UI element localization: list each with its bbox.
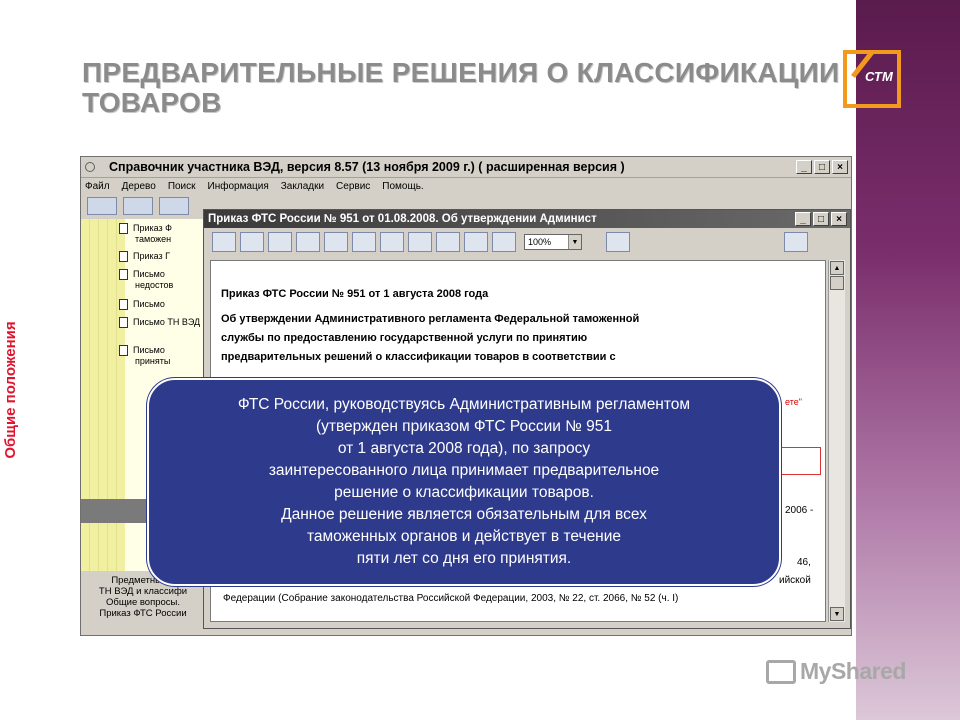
rtf-icon[interactable] [464,232,488,252]
scroll-down-icon[interactable]: ▼ [830,607,844,621]
page-icon[interactable] [606,232,630,252]
callout-line: таможенных органов и действует в течение [306,528,622,545]
menu-help[interactable]: Помощь. [382,181,423,192]
logo-text: СТМ [865,69,893,84]
doc-close-button[interactable]: × [831,212,847,226]
menu-info[interactable]: Информация [208,181,269,192]
callout-line: Данное решение является обязательным для… [281,506,647,523]
forward-arrow-icon[interactable] [784,232,808,252]
document-icon [119,299,128,310]
callout-line: (утвержден приказом ФТС России № 951 [315,418,613,435]
tree-item[interactable]: Приказ Ф таможен [119,223,201,245]
doc-minimize-button[interactable]: _ [795,212,811,226]
document-line: предварительных решений о классификации … [221,351,616,363]
zoom-select[interactable]: 100% ▼ [524,234,582,250]
document-icon [119,223,128,234]
chevron-down-icon: ▼ [568,235,581,249]
document-bottom-line: Федерации (Собрание законодательства Рос… [223,593,679,604]
watermark-icon [766,659,796,684]
document-line: службы по предоставлению государственной… [221,332,588,344]
menu-file[interactable]: Файл [85,181,110,192]
callout-line: заинтересованного лица принимает предвар… [268,462,660,479]
menu-service[interactable]: Сервис [336,181,370,192]
callout-line: пяти лет со дня его принятия. [356,550,572,567]
toolbar-button[interactable] [159,197,189,215]
tree-item[interactable]: Письмо [119,299,201,310]
document-line: Об утверждении Административного регламе… [221,313,640,325]
scroll-thumb[interactable] [830,276,844,290]
back-arrow-icon[interactable] [268,232,292,252]
doc-maximize-button[interactable]: □ [813,212,829,226]
pages-icon[interactable] [352,232,376,252]
tree-item[interactable]: Письмо недостов [119,269,201,291]
document-window-title: Приказ ФТС России № 951 от 01.08.2008. О… [208,213,597,225]
document-icon [119,269,128,280]
print-icon[interactable] [408,232,432,252]
text-fragment: ийской [779,575,811,586]
document-text: Приказ ФТС России № 951 от 1 августа 200… [221,285,817,367]
logo: СТМ [843,49,901,108]
hyperlink-fragment[interactable]: ете" [785,397,802,407]
search-icon[interactable] [324,232,348,252]
text-fragment: 46, [797,557,811,568]
maximize-button[interactable]: □ [814,160,830,174]
copy-icon[interactable] [212,232,236,252]
main-window-titlebar: Справочник участника ВЭД, версия 8.57 (1… [81,157,851,178]
decorative-side-band [856,0,960,720]
text-fragment: 2006 - [785,505,814,516]
menu-search[interactable]: Поиск [168,181,196,192]
close-button[interactable]: × [832,160,848,174]
document-icon [119,317,128,328]
menu-tree[interactable]: Дерево [122,181,156,192]
document-icon [119,251,128,262]
zoom-value: 100% [528,237,552,247]
main-window-title: Справочник участника ВЭД, версия 8.57 (1… [109,160,625,174]
minimize-button[interactable]: _ [796,160,812,174]
document-heading: Приказ ФТС России № 951 от 1 августа 200… [221,288,489,300]
edit-icon[interactable] [296,232,320,252]
tree-item[interactable]: Приказ Г [119,251,201,262]
watermark: MyShared [766,658,906,685]
document-window-titlebar: Приказ ФТС России № 951 от 01.08.2008. О… [204,210,850,228]
vertical-scrollbar[interactable]: ▲ ▼ [828,260,845,622]
scroll-up-icon[interactable]: ▲ [830,261,844,275]
paste-icon[interactable] [240,232,264,252]
section-side-label: Общие положения [2,321,19,459]
tree-item[interactable]: Письмо приняты [119,345,201,367]
main-window-controls: _ □ × [796,160,848,174]
html-icon[interactable] [492,232,516,252]
toolbar-button[interactable] [87,197,117,215]
summary-callout: ФТС России, руководствуясь Административ… [147,378,781,586]
callout-line: решение о классификации товаров. [334,484,594,501]
app-icon [85,162,95,172]
menu-bar: Файл Дерево Поиск Информация Закладки Се… [81,178,851,195]
callout-line: ФТС России, руководствуясь Административ… [237,396,691,413]
watermark-text: MyShared [800,658,906,684]
document-icon [119,345,128,356]
document-toolbar: 100% ▼ [204,228,850,256]
mail-icon[interactable] [436,232,460,252]
tree-item[interactable]: Письмо ТН ВЭД [119,317,201,328]
slide-title: ПРЕДВАРИТЕЛЬНЫЕ РЕШЕНИЯ О КЛАССИФИКАЦИИ … [82,57,840,118]
document-window-controls: _ □ × [795,212,847,226]
export-icon[interactable] [380,232,404,252]
menu-bookmarks[interactable]: Закладки [281,181,324,192]
toolbar-button[interactable] [123,197,153,215]
callout-line: от 1 августа 2008 года), по запросу [337,440,591,457]
